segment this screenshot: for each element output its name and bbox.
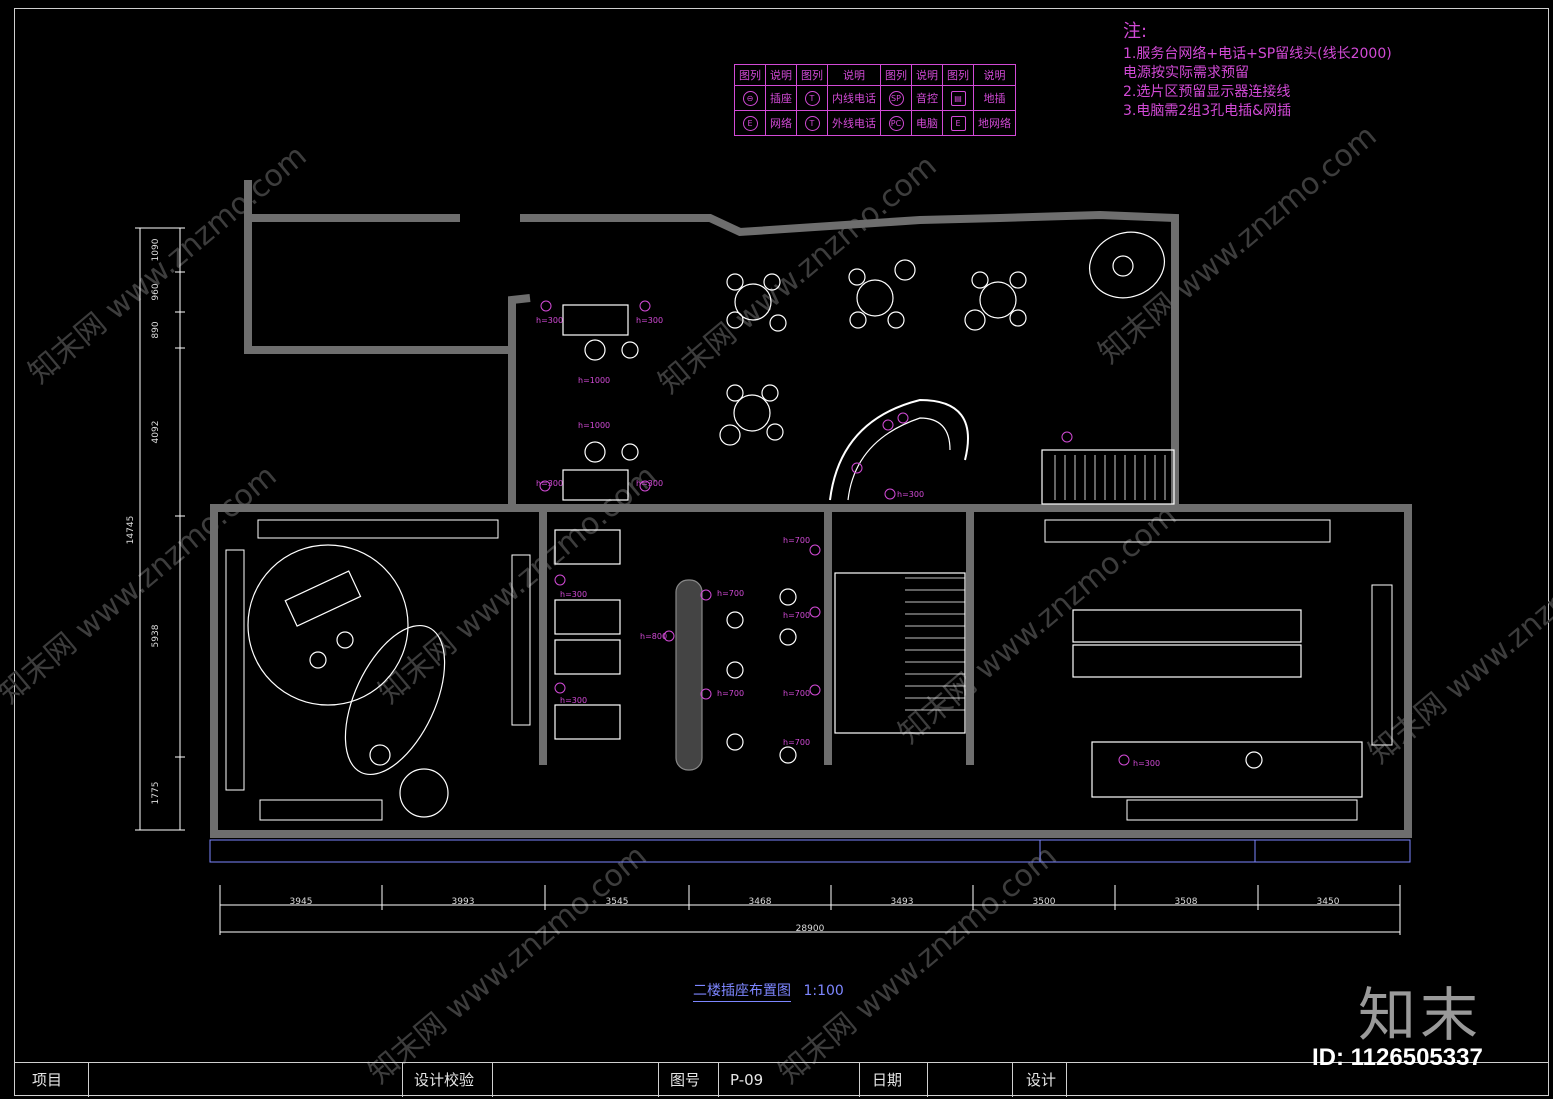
dim-label: 3993 — [452, 897, 475, 907]
legend-header-cell: 图列 — [942, 64, 974, 86]
bottom-dimension-labels: 3945 3993 3545 3468 3493 3500 3508 3450 … — [290, 897, 1340, 934]
dim-label: 3493 — [891, 897, 914, 907]
drawing-scale: 1:100 — [803, 983, 844, 999]
external-phone-icon: T — [804, 115, 820, 131]
legend-header-cell: 图列 — [880, 64, 912, 86]
legend-label: 电脑 — [911, 110, 943, 136]
seating-rows — [225, 519, 1393, 821]
image-id: ID: 1126505337 — [1312, 1044, 1483, 1071]
notes-heading: 注: — [1123, 21, 1148, 42]
socket-tag: h=700 — [717, 689, 744, 698]
socket-tag: h=700 — [783, 611, 810, 620]
network-icon: E — [742, 115, 758, 131]
floor-socket-icon: ▤ — [950, 90, 966, 106]
dim-label: 3545 — [606, 897, 629, 907]
legend-header-cell: 说明 — [827, 64, 881, 86]
dim-label: 14745 — [126, 516, 136, 545]
socket-tag: h=1000 — [578, 376, 610, 385]
note-line: 3.电脑需2组3孔电插&网插 — [1123, 103, 1292, 119]
socket-tag: h=700 — [783, 689, 810, 698]
legend-label: 内线电话 — [827, 85, 881, 111]
divider — [88, 1063, 89, 1097]
brand-logo: 知末 — [1358, 981, 1483, 1049]
socket-tag: h=300 — [560, 696, 587, 705]
drawing-name: 二楼插座布置图 — [693, 983, 791, 1002]
socket-tag: h=800 — [640, 632, 667, 641]
legend-label: 插座 — [765, 85, 797, 111]
socket-tag: h=300 — [560, 590, 587, 599]
corridor-strip — [209, 839, 1411, 863]
legend-header-cell: 说明 — [765, 64, 797, 86]
dim-label: 3508 — [1175, 897, 1198, 907]
socket-symbol-icon: ⊖ — [742, 90, 758, 106]
dim-label: 1090 — [151, 238, 161, 261]
dim-label: 3945 — [290, 897, 313, 907]
upper-walls — [244, 180, 1179, 505]
socket-tag: h=700 — [783, 738, 810, 747]
dim-total: 28900 — [796, 924, 825, 934]
floor-plan: 3945 3993 3545 3468 3493 3500 3508 3450 … — [126, 180, 1412, 935]
divider — [1066, 1063, 1067, 1097]
divider — [1012, 1063, 1013, 1097]
socket-tag: h=300 — [897, 490, 924, 499]
dim-label: 3468 — [749, 897, 772, 907]
legend-label: 音控 — [911, 85, 943, 111]
note-line: 电源按实际需求预留 — [1123, 65, 1249, 81]
furniture — [247, 231, 1363, 818]
dim-label: 5938 — [151, 624, 161, 647]
drawing-title: 二楼插座布置图 1:100 — [693, 980, 844, 1002]
legend-row: E 网络 T 外线电话 PC 电脑 E 地网络 — [734, 110, 1016, 136]
dim-label: 3450 — [1317, 897, 1340, 907]
legend-label: 地插 — [973, 85, 1016, 111]
legend-header-cell: 说明 — [911, 64, 943, 86]
notes-panel: 注: 1.服务台网络+电话+SP留线头(线长2000) 电源按实际需求预留 2.… — [1123, 22, 1392, 121]
designer-label: 设计 — [1026, 1071, 1057, 1089]
stair-treads — [905, 455, 1166, 711]
legend-table: 图列 说明 图列 说明 图列 说明 图列 说明 ⊖ 插座 T 内线电话 SP 音… — [734, 64, 1016, 136]
legend-label: 外线电话 — [827, 110, 881, 136]
socket-tag: h=300 — [636, 316, 663, 325]
divider — [859, 1063, 860, 1097]
project-label: 项目 — [32, 1071, 63, 1089]
divider — [927, 1063, 928, 1097]
socket-tag: h=300 — [536, 316, 563, 325]
dim-label: 4092 — [151, 421, 161, 444]
socket-tag: h=700 — [717, 589, 744, 598]
drawing-no-label: 图号 — [670, 1071, 701, 1089]
left-dimension-labels: 1090 960 890 4092 14745 5938 1775 — [126, 238, 161, 804]
dim-label: 1775 — [151, 782, 161, 805]
legend-row: ⊖ 插座 T 内线电话 SP 音控 ▤ 地插 — [734, 85, 1016, 111]
legend-header: 图列 说明 图列 说明 图列 说明 图列 说明 — [734, 64, 1016, 86]
dim-label: 960 — [151, 283, 161, 300]
note-line: 2.选片区预留显示器连接线 — [1123, 84, 1291, 100]
note-line: 1.服务台网络+电话+SP留线头(线长2000) — [1123, 46, 1392, 62]
divider — [492, 1063, 493, 1097]
computer-icon: PC — [888, 115, 904, 131]
internal-phone-icon: T — [804, 90, 820, 106]
legend-header-cell: 图列 — [734, 64, 766, 86]
check-label: 设计校验 — [414, 1071, 475, 1089]
socket-tag: h=300 — [1133, 759, 1160, 768]
socket-tag: h=1000 — [578, 421, 610, 430]
divider — [718, 1063, 719, 1097]
audio-control-icon: SP — [888, 90, 904, 106]
dimension-lines — [135, 227, 1401, 935]
legend-header-cell: 图列 — [796, 64, 828, 86]
legend-label: 网络 — [765, 110, 797, 136]
drawing-number: P-09 — [730, 1071, 764, 1089]
dim-label: 890 — [151, 321, 161, 338]
socket-tag: h=700 — [783, 536, 810, 545]
dim-label: 3500 — [1033, 897, 1056, 907]
floor-network-icon: E — [950, 115, 966, 131]
legend-label: 地网络 — [973, 110, 1016, 136]
legend-header-cell: 说明 — [973, 64, 1016, 86]
date-label: 日期 — [872, 1071, 903, 1089]
divider — [402, 1063, 403, 1097]
divider — [658, 1063, 659, 1097]
